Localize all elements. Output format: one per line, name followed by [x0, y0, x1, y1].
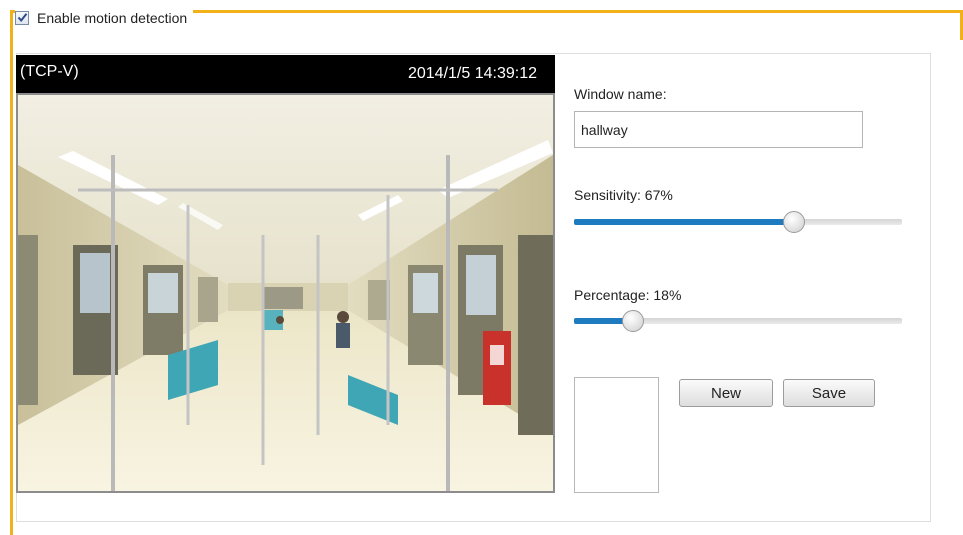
enable-motion-label: Enable motion detection [37, 10, 188, 26]
window-name-label: Window name: [574, 86, 667, 102]
video-header-bar: (TCP-V) 2014/1/5 14:39:12 [16, 55, 555, 93]
new-button[interactable]: New [679, 379, 773, 407]
sensitivity-label: Sensitivity: 67% [574, 187, 673, 203]
frame-border-left [10, 10, 13, 535]
enable-motion-checkbox[interactable] [15, 11, 29, 25]
percentage-slider[interactable] [574, 310, 902, 332]
save-button[interactable]: Save [783, 379, 875, 407]
video-timestamp: 2014/1/5 14:39:12 [407, 65, 537, 82]
window-preview-box [574, 377, 659, 493]
live-video-view[interactable] [16, 93, 555, 493]
sensitivity-fill [574, 219, 794, 225]
checkmark-icon [17, 13, 28, 23]
train-interior-image [18, 95, 553, 491]
sensitivity-slider[interactable] [574, 211, 902, 233]
enable-motion-row[interactable]: Enable motion detection [15, 8, 194, 28]
window-name-input[interactable] [574, 111, 863, 148]
percentage-thumb[interactable] [622, 310, 644, 332]
percentage-label: Percentage: 18% [574, 287, 682, 303]
stream-label: (TCP-V) [20, 63, 79, 80]
sensitivity-thumb[interactable] [783, 211, 805, 233]
